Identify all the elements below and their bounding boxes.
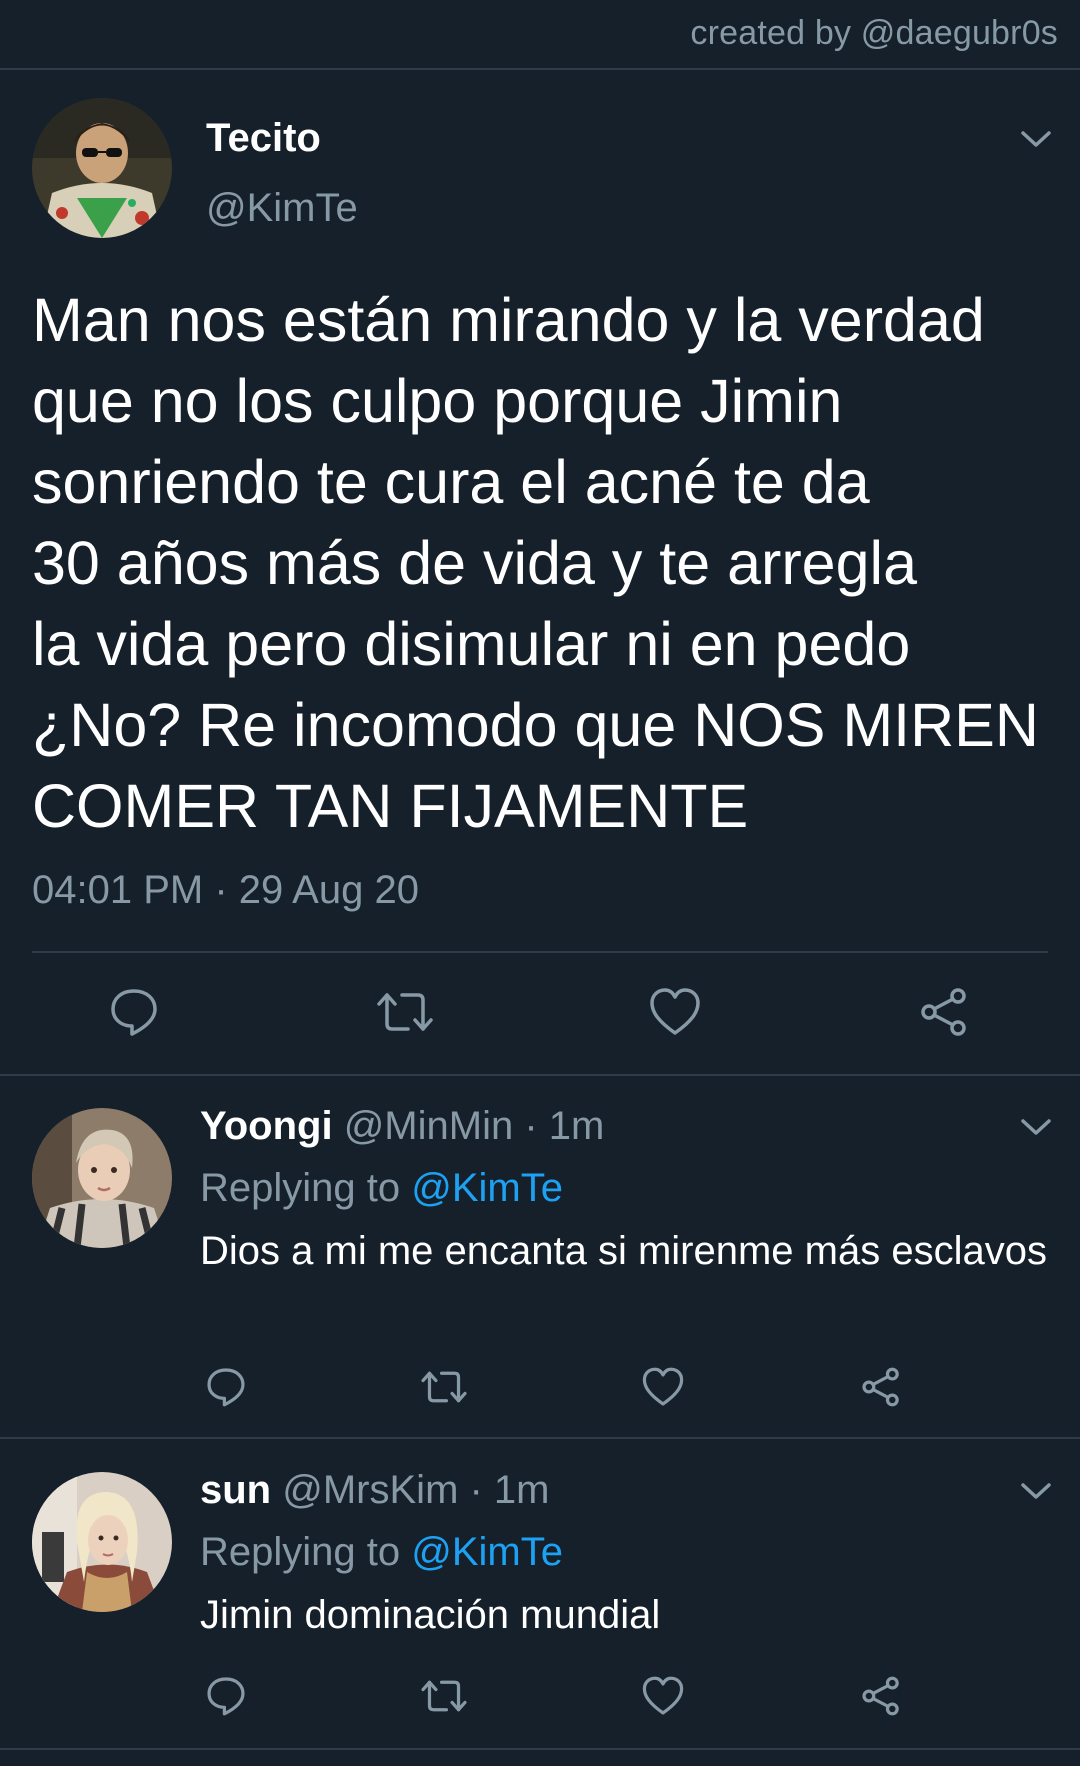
reply-text: Jimin dominación mundial: [200, 1593, 661, 1637]
chevron-down-icon[interactable]: [1019, 1116, 1053, 1138]
reply-icon[interactable]: [108, 986, 160, 1038]
share-icon[interactable]: [860, 1366, 902, 1408]
author-name[interactable]: sun: [200, 1468, 271, 1512]
avatar-photo: [32, 1472, 172, 1612]
author-handle-time[interactable]: @MinMin · 1m: [344, 1104, 605, 1148]
author-handle[interactable]: @KimTe: [206, 186, 358, 231]
reply-divider: [0, 1074, 1080, 1076]
chevron-down-icon[interactable]: [1019, 1480, 1053, 1502]
avatar[interactable]: [32, 1108, 172, 1248]
tweet-text: Man nos están mirando y la verdad que no…: [32, 286, 1039, 840]
share-icon[interactable]: [860, 1675, 902, 1717]
avatar-photo: [32, 1108, 172, 1248]
replying-to-line: Replying to @KimTe: [200, 1166, 563, 1211]
reply-icon[interactable]: [205, 1675, 247, 1717]
author-name[interactable]: Yoongi: [200, 1104, 333, 1148]
share-icon[interactable]: [918, 986, 970, 1038]
reply-text: Dios a mi me encanta si mirenme más escl…: [200, 1229, 1047, 1273]
reply-divider: [0, 1437, 1080, 1439]
reply-header: sun @MrsKim · 1m: [200, 1468, 550, 1513]
tweet-divider: [32, 951, 1048, 953]
author-name[interactable]: Tecito: [206, 116, 321, 161]
replying-to-line: Replying to @KimTe: [200, 1530, 563, 1575]
chevron-down-icon[interactable]: [1019, 128, 1053, 150]
replying-prefix: Replying to: [200, 1166, 401, 1210]
avatar[interactable]: [32, 1472, 172, 1612]
top-divider: [0, 68, 1080, 70]
retweet-icon[interactable]: [419, 1675, 469, 1717]
like-icon[interactable]: [641, 1675, 685, 1717]
avatar-photo: [32, 98, 172, 238]
like-icon[interactable]: [648, 986, 702, 1038]
tweet-timestamp[interactable]: 04:01 PM · 29 Aug 20: [32, 868, 419, 913]
reply-divider: [0, 1748, 1080, 1750]
credit-text: created by @daegubr0s: [690, 14, 1058, 52]
author-handle-time[interactable]: @MrsKim · 1m: [282, 1468, 549, 1512]
avatar[interactable]: [32, 98, 172, 238]
retweet-icon[interactable]: [374, 986, 436, 1038]
reply-header: Yoongi @MinMin · 1m: [200, 1104, 604, 1149]
reply-icon[interactable]: [205, 1366, 247, 1408]
retweet-icon[interactable]: [419, 1366, 469, 1408]
replying-to-link[interactable]: @KimTe: [411, 1166, 563, 1210]
replying-to-link[interactable]: @KimTe: [411, 1530, 563, 1574]
replying-prefix: Replying to: [200, 1530, 401, 1574]
like-icon[interactable]: [641, 1366, 685, 1408]
